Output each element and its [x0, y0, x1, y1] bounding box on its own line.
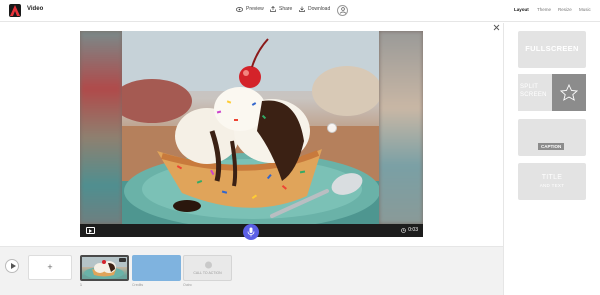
- blurred-background-left: [80, 31, 122, 224]
- preview-button[interactable]: Preview: [236, 6, 264, 12]
- share-label: Share: [279, 6, 293, 12]
- split-line1: SPLIT: [520, 84, 539, 90]
- microphone-icon: [247, 227, 255, 237]
- tab-layout[interactable]: Layout: [514, 7, 529, 12]
- tab-resize[interactable]: Resize: [558, 7, 572, 12]
- eye-icon: [236, 6, 243, 12]
- clip-sundae[interactable]: [80, 255, 129, 281]
- video-preview[interactable]: 0:03: [80, 31, 423, 237]
- clip-outro-text: CALL TO ACTION: [193, 271, 222, 275]
- sundae-photo: [122, 31, 379, 224]
- duration-text: 0:03: [408, 227, 418, 233]
- clip-outro-label: Outro: [183, 283, 192, 287]
- drag-handle[interactable]: [327, 123, 337, 133]
- download-label: Download: [308, 6, 331, 12]
- clip-credits[interactable]: [132, 255, 181, 281]
- upload-icon: [270, 6, 276, 12]
- layout-fullscreen-label: FULLSCREEN: [525, 44, 579, 53]
- layout-fullscreen[interactable]: FULLSCREEN: [518, 31, 586, 68]
- add-slide-button[interactable]: +: [28, 255, 72, 280]
- user-icon: [340, 7, 346, 14]
- outro-logo-icon: [205, 261, 212, 269]
- timeline-play-button[interactable]: [5, 259, 19, 273]
- clock-icon: [401, 227, 407, 233]
- layout-title-sub-label: AND TEXT: [539, 183, 565, 188]
- top-header: Video Preview Share Download Layout Them…: [0, 0, 600, 22]
- split-right-pane: [552, 74, 586, 111]
- timeline: + 1 Credits CALL TO ACTION Outro: [0, 246, 503, 295]
- record-voice-button[interactable]: [243, 224, 259, 240]
- play-icon[interactable]: [86, 227, 95, 234]
- clip-credits-label: Credits: [132, 283, 144, 287]
- split-line2: SCREEN: [520, 92, 547, 98]
- layout-split-label: SPLIT SCREEN: [520, 83, 547, 99]
- layout-title-label: TITLE: [541, 174, 563, 181]
- star-icon: [559, 83, 579, 101]
- tab-music[interactable]: Music: [579, 7, 591, 12]
- adobe-logo-icon[interactable]: [9, 4, 21, 17]
- layout-panel: FULLSCREEN SPLIT SCREEN CAPTION TITLE AN…: [503, 23, 600, 295]
- layout-split-screen[interactable]: SPLIT SCREEN: [518, 74, 586, 111]
- layout-title-and-text[interactable]: TITLE AND TEXT: [518, 163, 586, 200]
- download-button[interactable]: Download: [299, 6, 330, 12]
- account-button[interactable]: [337, 5, 348, 16]
- download-icon: [299, 6, 305, 12]
- share-button[interactable]: Share: [270, 6, 292, 12]
- app-window: Video Preview Share Download Layout Them…: [0, 0, 600, 295]
- clip-number: 1: [80, 283, 82, 287]
- clip-outro[interactable]: CALL TO ACTION: [183, 255, 232, 281]
- duration-display: 0:03: [401, 227, 418, 233]
- tab-theme[interactable]: Theme: [537, 7, 551, 12]
- blurred-background-right: [379, 31, 423, 224]
- layout-caption-label: CAPTION: [538, 143, 565, 150]
- project-title: Video: [27, 6, 44, 12]
- close-icon[interactable]: [493, 24, 500, 31]
- preview-label: Preview: [246, 6, 264, 12]
- layout-caption[interactable]: CAPTION: [518, 119, 586, 156]
